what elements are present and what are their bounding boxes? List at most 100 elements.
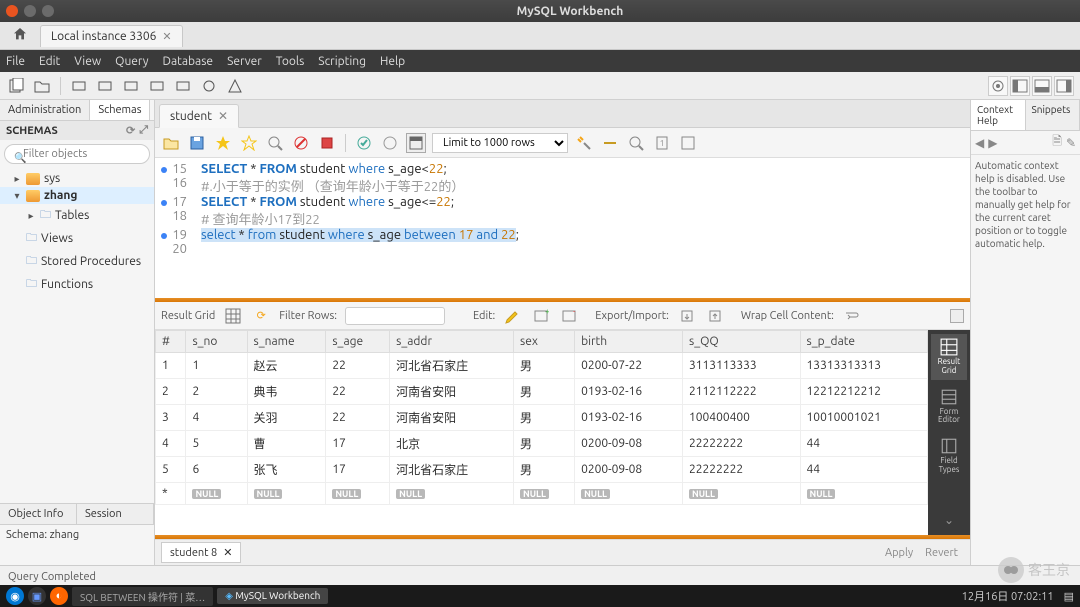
menu-help[interactable]: Help [380, 55, 405, 68]
table-row[interactable]: 22典韦22河南省安阳男0193-02-16211211222212212212… [156, 379, 928, 405]
import-icon[interactable] [705, 306, 725, 326]
beautify-icon[interactable] [574, 133, 594, 153]
delete-row-icon[interactable]: - [559, 306, 579, 326]
open-sql-script-icon[interactable] [32, 76, 52, 96]
help-icon[interactable]: 🗎 [1052, 132, 1062, 153]
panel-toggle-icon[interactable] [950, 309, 964, 323]
add-row-icon[interactable]: + [531, 306, 551, 326]
view-result-grid[interactable]: Result Grid [931, 334, 967, 380]
result-grid[interactable]: #s_nos_names_ages_addrsexbirths_QQs_p_da… [155, 330, 928, 535]
open-file-icon[interactable] [161, 133, 181, 153]
toolbar-icon[interactable] [199, 76, 219, 96]
tab-administration[interactable]: Administration [0, 100, 90, 120]
tree-tables[interactable]: ▸🗀Tables [0, 204, 154, 227]
toolbar-icon[interactable] [225, 76, 245, 96]
table-row[interactable]: 34关羽22河南省安阳男0193-02-16100400400100100010… [156, 405, 928, 431]
edit-icon[interactable] [503, 306, 523, 326]
taskbar-item[interactable]: SQL BETWEEN 操作符 | 菜… [72, 587, 213, 606]
tab-session[interactable]: Session [77, 504, 154, 524]
expand-icon[interactable]: ⤢ [139, 124, 148, 137]
column-header[interactable]: sex [513, 331, 574, 353]
table-row[interactable]: 11赵云22河北省石家庄男0200-07-2231131133331331331… [156, 353, 928, 379]
close-icon[interactable]: ✕ [223, 546, 232, 559]
tree-views[interactable]: 🗀Views [0, 227, 154, 250]
export-icon[interactable] [677, 306, 697, 326]
new-sql-tab-icon[interactable] [6, 76, 26, 96]
window-close-button[interactable] [6, 5, 18, 17]
tab-object-info[interactable]: Object Info [0, 504, 77, 524]
column-header[interactable]: s_QQ [683, 331, 801, 353]
table-row-new[interactable]: *NULLNULLNULLNULLNULLNULLNULLNULL [156, 483, 928, 505]
column-header[interactable]: s_name [247, 331, 326, 353]
column-header[interactable]: birth [575, 331, 683, 353]
rollback-icon[interactable] [380, 133, 400, 153]
autocommit-icon[interactable] [406, 133, 426, 153]
sidebar-scroll-down[interactable]: ⌄ [940, 509, 958, 531]
menu-query[interactable]: Query [115, 55, 148, 68]
wrap-icon[interactable] [842, 306, 862, 326]
schema-tree[interactable]: ▸sys ▾zhang ▸🗀Tables 🗀Views 🗀Stored Proc… [0, 168, 154, 503]
column-header[interactable]: s_p_date [800, 331, 927, 353]
settings-icon[interactable] [988, 76, 1008, 96]
tab-schemas[interactable]: Schemas [90, 100, 150, 120]
menu-tools[interactable]: Tools [276, 55, 305, 68]
nav-back-icon[interactable]: ◀ [975, 136, 984, 150]
save-icon[interactable] [187, 133, 207, 153]
window-minimize-button[interactable] [24, 5, 36, 17]
view-field-types[interactable]: Field Types [931, 433, 967, 479]
view-form-editor[interactable]: Form Editor [931, 384, 967, 430]
tab-context-help[interactable]: Context Help [971, 100, 1026, 130]
apply-button[interactable]: Apply [879, 547, 919, 559]
schema-zhang[interactable]: ▾zhang [0, 187, 154, 204]
column-header[interactable]: # [156, 331, 186, 353]
tree-functions[interactable]: 🗀Functions [0, 273, 154, 296]
taskbar-item-active[interactable]: ◈ MySQL Workbench [217, 588, 328, 604]
toolbar-icon[interactable] [69, 76, 89, 96]
refresh-icon[interactable]: ⟳ [251, 306, 271, 326]
commit-icon[interactable] [354, 133, 374, 153]
toolbar-icon[interactable] [121, 76, 141, 96]
connection-tab[interactable]: Local instance 3306 ✕ [40, 25, 183, 47]
explain-icon[interactable] [265, 133, 285, 153]
show-apps-icon[interactable]: ◉ [6, 587, 24, 605]
schema-sys[interactable]: ▸sys [0, 170, 154, 187]
refresh-icon[interactable]: ⟳ [126, 124, 135, 137]
panel-right-toggle-icon[interactable] [1054, 76, 1074, 96]
nav-forward-icon[interactable]: ▶ [988, 136, 997, 150]
column-header[interactable]: s_age [326, 331, 390, 353]
toggle-auto-help-icon[interactable]: ✎ [1066, 136, 1076, 150]
sql-editor-tab[interactable]: student ✕ [159, 104, 239, 128]
window-maximize-button[interactable] [42, 5, 54, 17]
toolbar-icon[interactable] [678, 133, 698, 153]
menu-view[interactable]: View [74, 55, 101, 68]
firefox-icon[interactable]: ◐ [50, 587, 68, 605]
menu-scripting[interactable]: Scripting [318, 55, 366, 68]
revert-button[interactable]: Revert [919, 547, 964, 559]
toolbar-icon[interactable] [95, 76, 115, 96]
result-tab[interactable]: student 8 ✕ [161, 542, 241, 563]
home-icon[interactable] [6, 26, 34, 46]
tab-snippets[interactable]: Snippets [1026, 100, 1080, 130]
menu-file[interactable]: File [6, 55, 25, 68]
menu-edit[interactable]: Edit [39, 55, 60, 68]
menu-database[interactable]: Database [163, 55, 214, 68]
toolbar-icon[interactable]: 1 [652, 133, 672, 153]
files-icon[interactable]: ▣ [28, 587, 46, 605]
tray-icon[interactable]: ▤ [1064, 590, 1074, 603]
filter-rows-input[interactable] [345, 307, 445, 325]
column-header[interactable]: s_no [186, 331, 247, 353]
sql-code-editor[interactable]: 15SELECT * FROM student where s_age<22;1… [155, 158, 970, 298]
close-icon[interactable]: ✕ [162, 30, 171, 43]
toolbar-icon[interactable] [600, 133, 620, 153]
find-icon[interactable] [626, 133, 646, 153]
toolbar-icon[interactable] [317, 133, 337, 153]
panel-left-toggle-icon[interactable] [1010, 76, 1030, 96]
table-row[interactable]: 45曹17北京男0200-09-082222222244 [156, 431, 928, 457]
execute-icon[interactable] [213, 133, 233, 153]
stop-icon[interactable] [291, 133, 311, 153]
panel-bottom-toggle-icon[interactable] [1032, 76, 1052, 96]
column-header[interactable]: s_addr [390, 331, 514, 353]
execute-current-icon[interactable] [239, 133, 259, 153]
toolbar-icon[interactable] [173, 76, 193, 96]
result-grid-icon[interactable] [223, 306, 243, 326]
